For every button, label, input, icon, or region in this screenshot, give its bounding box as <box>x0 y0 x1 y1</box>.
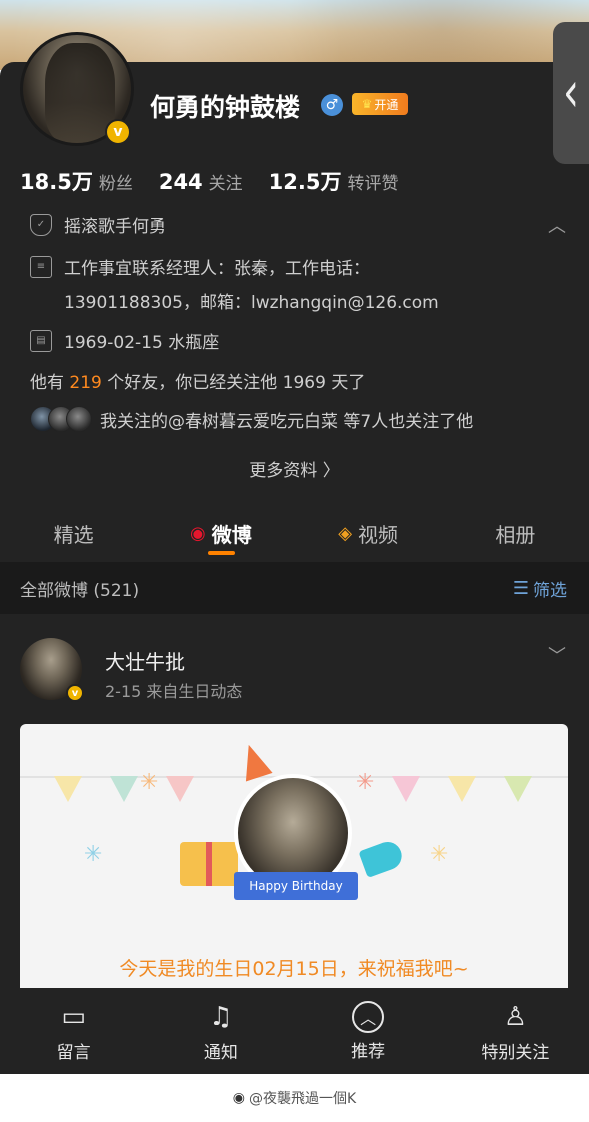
mutual-follow-row[interactable]: 我关注的@春树暮云爱吃元白菜 等7人也关注了他 <box>30 406 473 432</box>
special-follow-icon: ♙ <box>503 1001 528 1032</box>
friends-suffix: 个好友，你已经关注他 1969 天了 <box>101 373 366 393</box>
calendar-icon: ▤ <box>30 329 52 352</box>
notify-button[interactable]: ♫ 通知 <box>147 988 294 1074</box>
special-follow-button[interactable]: ♙ 特别关注 <box>442 988 589 1074</box>
stat-label: 粉丝 <box>98 174 133 194</box>
tab-label: 相册 <box>495 522 536 547</box>
filter-label: 筛选 <box>533 580 567 601</box>
stat-fans[interactable]: 18.5万 粉丝 <box>20 166 133 196</box>
sparkle-icon: ✳ <box>84 842 103 867</box>
sparkle-icon: ✳ <box>356 770 375 795</box>
all-posts-title: 全部微博 (521) <box>20 580 140 601</box>
birthday-card[interactable]: ✳ ✳ ✳ ✳ Happy Birthday 今天是我的生日02月15日，来祝福… <box>20 724 568 994</box>
mutual-text: 我关注的@春树暮云爱吃元白菜 等7人也关注了他 <box>100 411 474 432</box>
bottom-label: 通知 <box>203 1042 238 1063</box>
bottom-label: 推荐 <box>351 1041 386 1062</box>
shield-icon: ✓ <box>30 213 52 236</box>
bunting-flag <box>110 776 138 802</box>
weibo-icon: ◉ <box>190 522 206 544</box>
tab-label: 微博 <box>211 522 252 547</box>
friends-count[interactable]: 219 <box>69 373 101 393</box>
post-meta: 2-15 来自生日动态 <box>105 682 243 701</box>
post-card: v 大壮牛批 2-15 来自生日动态 ﹀ ✳ ✳ ✳ ✳ Happy Birth… <box>0 614 589 994</box>
contact-line-2: 13901188305，邮箱：lwzhangqin@126.com <box>64 293 439 313</box>
recommend-button[interactable]: ︿ 推荐 <box>295 988 442 1074</box>
verified-badge-icon: v <box>105 119 131 145</box>
bunting-flag <box>448 776 476 802</box>
verification-row: ✓ 摇滚歌手何勇 <box>30 212 166 237</box>
bottom-action-bar: ▭ 留言 ♫ 通知 ︿ 推荐 ♙ 特别关注 <box>0 988 589 1074</box>
stat-number: 12.5万 <box>268 170 342 194</box>
verified-badge-icon: v <box>66 684 84 702</box>
sparkle-icon: ✳ <box>430 842 449 867</box>
mini-avatar <box>66 406 92 432</box>
friends-prefix: 他有 <box>30 373 70 393</box>
watermark: ◉ @夜襲飛過一個K <box>233 1088 356 1108</box>
chevron-up-icon[interactable]: ︿ <box>548 212 570 237</box>
bell-icon: ♫ <box>209 1001 233 1032</box>
bunting-flag <box>392 776 420 802</box>
stat-interactions[interactable]: 12.5万 转评赞 <box>269 166 399 196</box>
birthday-text: 1969-02-15 水瓶座 <box>64 333 220 353</box>
chevron-down-icon[interactable]: ﹀ <box>548 642 566 668</box>
tab-video[interactable]: ◈ 视频 <box>295 505 442 561</box>
profile-name: 何勇的钟鼓楼 <box>150 93 301 122</box>
vip-open-badge[interactable]: ♛ 开通 <box>352 93 408 115</box>
contact-row-2: 13901188305，邮箱：lwzhangqin@126.com <box>64 288 439 313</box>
footer-watermark: ◉ @夜襲飛過一個K <box>0 1074 589 1122</box>
sparkle-icon: ✳ <box>140 770 159 795</box>
stat-number: 244 <box>158 170 203 194</box>
male-icon: ♂ <box>321 94 343 116</box>
contact-row: ≡ 工作事宜联系经理人：张秦，工作电话： <box>30 254 370 279</box>
birthday-row: ▤ 1969-02-15 水瓶座 <box>30 328 219 353</box>
watermark-text: @夜襲飛過一個K <box>249 1091 357 1107</box>
video-icon: ◈ <box>338 522 353 544</box>
document-icon: ≡ <box>30 255 52 278</box>
weibo-icon: ◉ <box>232 1090 246 1106</box>
recommend-icon: ︿ <box>352 1000 385 1033</box>
chevron-left-icon: ‹ <box>563 60 579 126</box>
profile-stats: 18.5万 粉丝 244 关注 12.5万 转评赞 <box>20 166 425 196</box>
message-icon: ▭ <box>61 1001 86 1032</box>
bunting-flag <box>504 776 532 802</box>
bottom-label: 留言 <box>56 1042 91 1063</box>
gift-icon <box>180 842 238 886</box>
bottom-label: 特别关注 <box>481 1042 550 1063</box>
bunting-flag <box>54 776 82 802</box>
stat-label: 关注 <box>208 174 243 194</box>
mutual-avatars <box>30 406 92 432</box>
party-horn-icon <box>358 838 406 878</box>
vip-open-label: 开通 <box>374 97 399 112</box>
more-info-link[interactable]: 更多资料 〉 <box>0 456 589 481</box>
birthday-text: 今天是我的生日02月15日，来祝福我吧~ <box>119 958 469 980</box>
stat-label: 转评赞 <box>347 174 399 194</box>
tab-featured[interactable]: 精选 <box>0 505 147 561</box>
stat-following[interactable]: 244 关注 <box>159 169 243 194</box>
contact-line-1: 工作事宜联系经理人：张秦，工作电话： <box>64 259 370 279</box>
message-button[interactable]: ▭ 留言 <box>0 988 147 1074</box>
tab-label: 视频 <box>358 522 399 547</box>
verification-text: 摇滚歌手何勇 <box>64 217 166 237</box>
stat-number: 18.5万 <box>20 170 93 194</box>
friends-row: 他有 219 个好友，你已经关注他 1969 天了 <box>30 368 365 393</box>
profile-tabs: 精选 ◉ 微博 ◈ 视频 相册 <box>0 505 589 561</box>
post-author[interactable]: 大壮牛批 <box>105 646 185 675</box>
side-collapse-tab[interactable]: ‹ <box>553 22 589 164</box>
happy-birthday-ribbon: Happy Birthday <box>234 872 358 900</box>
tab-album[interactable]: 相册 <box>442 505 589 561</box>
list-header: 全部微博 (521) ☰ 筛选 <box>0 562 589 614</box>
active-tab-indicator <box>208 551 235 555</box>
bunting-flag <box>166 776 194 802</box>
filter-icon: ☰ <box>512 577 529 599</box>
crown-icon: ♛ <box>361 97 373 111</box>
filter-button[interactable]: ☰ 筛选 <box>513 576 567 601</box>
tab-label: 精选 <box>53 522 94 547</box>
